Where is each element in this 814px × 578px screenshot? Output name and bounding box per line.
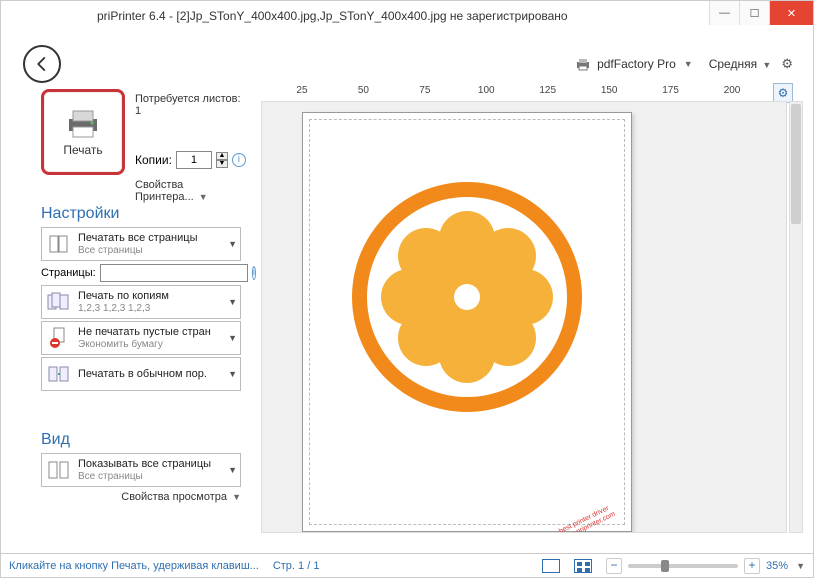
quality-label: Средняя: [709, 57, 757, 71]
settings-toggle[interactable]: ⚙: [773, 83, 793, 103]
vertical-scrollbar[interactable]: [789, 101, 803, 533]
printer-name: pdfFactory Pro: [597, 57, 676, 71]
window-title: priPrinter 6.4 - [2]Jp_STonY_400x400.jpg…: [97, 9, 568, 23]
view-properties-link[interactable]: Свойства просмотра ▼: [41, 491, 241, 503]
chevron-down-icon: ▼: [228, 369, 237, 379]
chevron-down-icon: ▼: [228, 333, 237, 343]
info-icon[interactable]: i: [252, 266, 256, 280]
view-header: Вид: [41, 431, 241, 449]
gear-icon[interactable]: ⚙: [781, 56, 793, 72]
printer-icon: [63, 107, 103, 139]
collate-icon: [46, 290, 72, 314]
zoom-out-button[interactable]: −: [606, 558, 622, 574]
status-bar: Кликайте на кнопку Печать, удерживая кла…: [1, 553, 813, 577]
chevron-down-icon: ▼: [228, 465, 237, 475]
printer-selector[interactable]: pdfFactory Pro ▼: [569, 55, 699, 73]
print-label: Печать: [63, 143, 102, 157]
pages-label: Страницы:: [41, 267, 96, 279]
watermark: priPrinter - best printer driver please …: [524, 503, 617, 533]
print-button[interactable]: Печать: [41, 89, 125, 175]
option-print-all-pages[interactable]: Печатать все страницыВсе страницы ▼: [41, 227, 241, 261]
copies-input[interactable]: [176, 151, 212, 169]
chevron-down-icon: ▼: [762, 60, 771, 70]
order-icon: [46, 362, 72, 386]
copies-spinner[interactable]: ▲▼: [216, 152, 228, 168]
zoom-value: 35%: [766, 560, 788, 572]
page-indicator: Стр. 1 / 1: [273, 560, 320, 572]
printer-icon: [575, 57, 591, 71]
status-message: Кликайте на кнопку Печать, удерживая кла…: [9, 560, 259, 572]
maximize-button[interactable]: ☐: [739, 1, 769, 25]
back-button[interactable]: [23, 45, 61, 83]
copies-label: Копии:: [135, 153, 172, 167]
zoom-in-button[interactable]: +: [744, 558, 760, 574]
option-normal-order[interactable]: Печатать в обычном пор. ▼: [41, 357, 241, 391]
close-button[interactable]: ✕: [769, 1, 813, 25]
pages-icon: [46, 232, 72, 256]
chevron-down-icon: ▼: [228, 239, 237, 249]
page-preview: priPrinter - best printer driver please …: [302, 112, 632, 532]
quality-selector[interactable]: Средняя ▼: [705, 55, 776, 73]
settings-header: Настройки: [41, 205, 241, 223]
preview-area[interactable]: priPrinter - best printer driver please …: [261, 101, 787, 533]
no-empty-icon: [46, 326, 72, 350]
view-grid-button[interactable]: [574, 559, 592, 573]
title-bar: priPrinter 6.4 - [2]Jp_STonY_400x400.jpg…: [1, 1, 813, 31]
pages-input[interactable]: [100, 264, 248, 282]
zoom-slider[interactable]: [628, 564, 738, 568]
chevron-down-icon: ▼: [684, 59, 693, 69]
pages-icon: [46, 458, 72, 482]
info-icon[interactable]: i: [232, 153, 246, 167]
minimize-button[interactable]: —: [709, 1, 739, 25]
chevron-down-icon: ▼: [796, 561, 805, 571]
option-collate[interactable]: Печать по копиям1,2,3 1,2,3 1,2,3 ▼: [41, 285, 241, 319]
gear-icon: ⚙: [778, 86, 789, 100]
arrow-left-icon: [33, 55, 51, 73]
view-single-button[interactable]: [542, 559, 560, 573]
orange-image: [352, 182, 582, 412]
copies-row: Копии: ▲▼ i: [135, 151, 246, 169]
option-skip-empty[interactable]: Не печатать пустые странЭкономить бумагу…: [41, 321, 241, 355]
horizontal-ruler: 25 50 75 100 125 150 175 200: [261, 85, 773, 101]
chevron-down-icon: ▼: [228, 297, 237, 307]
option-show-all-pages[interactable]: Показывать все страницыВсе страницы ▼: [41, 453, 241, 487]
sheets-required: Потребуется листов: 1: [135, 93, 241, 117]
